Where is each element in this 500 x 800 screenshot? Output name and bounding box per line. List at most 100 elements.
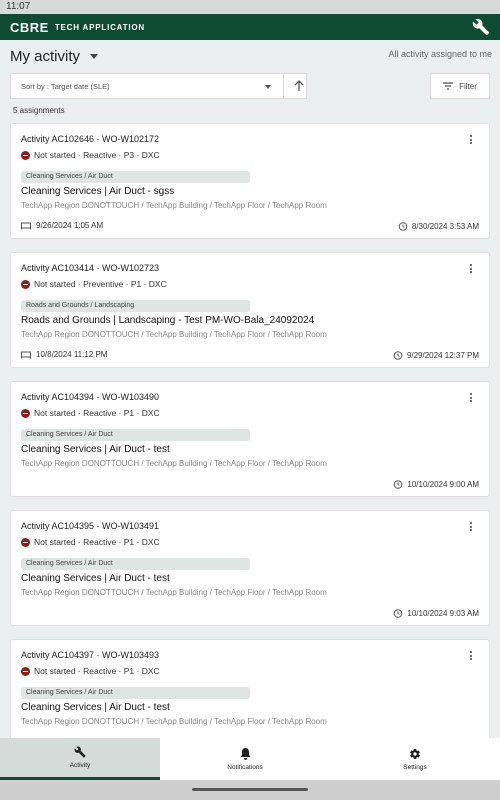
activity-number: Activity AC102646 bbox=[21, 134, 95, 144]
more-options-icon[interactable] bbox=[470, 393, 473, 403]
nav-item-notifications[interactable]: Notifications bbox=[160, 738, 330, 780]
more-options-icon[interactable] bbox=[470, 651, 473, 661]
location-path: TechApp Region DONOTTOUCH / TechApp Buil… bbox=[21, 459, 327, 468]
status-line: Not started · Reactive · P1 · DXC bbox=[21, 537, 160, 547]
alarm-clock-icon bbox=[394, 480, 403, 489]
assignment-count: 5 assignments bbox=[13, 106, 65, 115]
activity-number: Activity AC104394 bbox=[21, 392, 95, 402]
status-line: Not started · Preventive · P1 · DXC bbox=[21, 279, 167, 289]
alarm-clock-icon bbox=[394, 609, 403, 618]
status-text: Not started · Reactive · P1 · DXC bbox=[34, 408, 160, 418]
nav-label: Notifications bbox=[227, 763, 263, 771]
activity-card[interactable]: Activity AC104394 · WO-W103490 Not start… bbox=[10, 381, 490, 497]
nav-item-settings[interactable]: Settings bbox=[330, 738, 500, 780]
brand-logo: CBRE bbox=[10, 19, 49, 35]
not-started-icon bbox=[21, 279, 30, 289]
sort-divider bbox=[283, 74, 284, 98]
status-line: Not started · Reactive · P3 · DXC bbox=[21, 150, 160, 160]
sort-label: Sort by : Target date (SLE) bbox=[21, 81, 110, 91]
scheduled-date: 10/8/2024 11:12 PM bbox=[21, 350, 107, 359]
activity-title: Roads and Grounds | Landscaping - Test P… bbox=[21, 315, 315, 326]
activity-id: Activity AC104395 · WO-W103491 bbox=[21, 521, 160, 531]
nav-item-activity[interactable]: Activity bbox=[0, 738, 160, 780]
wrench-icon bbox=[74, 746, 86, 758]
activity-card[interactable]: Activity AC102646 · WO-W102172 Not start… bbox=[10, 123, 490, 239]
work-order-number: WO-W102723 bbox=[102, 263, 160, 273]
target-date: 10/10/2024 9:03 AM bbox=[393, 608, 479, 618]
status-bar: 11:07 bbox=[0, 0, 500, 14]
activity-id: Activity AC104394 · WO-W103490 bbox=[21, 392, 160, 402]
activity-id: Activity AC104397 · WO-W103493 bbox=[21, 650, 160, 660]
not-started-icon bbox=[21, 408, 30, 418]
arrow-up-icon[interactable] bbox=[293, 79, 305, 93]
location-path: TechApp Region DONOTTOUCH / TechApp Buil… bbox=[21, 588, 327, 597]
location-path: TechApp Region DONOTTOUCH / TechApp Buil… bbox=[21, 201, 327, 210]
activity-title: Cleaning Services | Air Duct - test bbox=[21, 444, 170, 455]
target-date-text: 9/29/2024 12:37 PM bbox=[406, 350, 479, 360]
activity-title: Cleaning Services | Air Duct - test bbox=[21, 573, 170, 584]
activity-title: Cleaning Services | Air Duct - test bbox=[21, 702, 170, 713]
scheduled-date-text: 10/8/2024 11:12 PM bbox=[36, 350, 108, 359]
category-chip: Cleaning Services / Air Duct bbox=[21, 171, 250, 183]
not-started-icon bbox=[21, 150, 30, 160]
status-line: Not started · Reactive · P1 · DXC bbox=[21, 666, 160, 676]
status-time: 11:07 bbox=[6, 1, 31, 12]
target-date: 8/30/2024 3:53 AM bbox=[398, 221, 479, 231]
page-title[interactable]: My activity bbox=[10, 48, 80, 65]
category-chip: Cleaning Services / Air Duct bbox=[21, 429, 250, 441]
activity-number: Activity AC104397 bbox=[21, 650, 95, 660]
category-chip: Cleaning Services / Air Duct bbox=[21, 687, 250, 699]
category-chip: Roads and Grounds / Landscaping bbox=[21, 300, 250, 312]
activity-number: Activity AC104395 bbox=[21, 521, 95, 531]
status-line: Not started · Reactive · P1 · DXC bbox=[21, 408, 160, 418]
assignment-list[interactable]: Activity AC102646 · WO-W102172 Not start… bbox=[10, 123, 490, 738]
activity-id: Activity AC103414 · WO-W102723 bbox=[21, 263, 160, 273]
nav-label: Activity bbox=[69, 762, 91, 769]
scheduled-date-text: 9/26/2024 1:05 AM bbox=[36, 221, 104, 230]
status-text: Not started · Preventive · P1 · DXC bbox=[34, 279, 167, 289]
activity-card[interactable]: Activity AC103414 · WO-W102723 Not start… bbox=[10, 252, 490, 368]
target-date: 10/10/2024 9:00 AM bbox=[393, 479, 479, 489]
activity-number: Activity AC103414 bbox=[21, 263, 95, 273]
alarm-clock-icon bbox=[398, 222, 408, 231]
activity-card[interactable]: Activity AC104395 · WO-W103491 Not start… bbox=[10, 510, 490, 626]
scheduled-date: 9/26/2024 1:05 AM bbox=[21, 221, 103, 230]
not-started-icon bbox=[21, 537, 30, 547]
status-text: Not started · Reactive · P1 · DXC bbox=[34, 537, 160, 547]
not-started-icon bbox=[21, 666, 30, 676]
filter-label: Filter bbox=[459, 81, 477, 91]
more-options-icon[interactable] bbox=[470, 264, 473, 274]
page-header: My activity All activity assigned to me bbox=[10, 46, 492, 66]
activity-id: Activity AC102646 · WO-W102172 bbox=[21, 134, 160, 144]
bottom-nav: Activity Notifications Settings bbox=[0, 738, 500, 780]
wrench-icon[interactable] bbox=[472, 18, 490, 36]
chevron-down-icon[interactable] bbox=[90, 53, 99, 59]
location-path: TechApp Region DONOTTOUCH / TechApp Buil… bbox=[21, 717, 327, 726]
sort-dropdown[interactable]: Sort by : Target date (SLE) bbox=[10, 73, 307, 99]
work-order-number: WO-W102172 bbox=[102, 134, 160, 144]
activity-title: Cleaning Services | Air Duct - sgss bbox=[21, 186, 175, 197]
home-indicator[interactable] bbox=[192, 788, 308, 791]
target-date-text: 8/30/2024 3:53 AM bbox=[411, 221, 479, 231]
bed-icon bbox=[21, 222, 31, 229]
more-options-icon[interactable] bbox=[470, 522, 473, 532]
target-date-text: 10/10/2024 9:00 AM bbox=[407, 479, 479, 489]
gesture-bar bbox=[0, 780, 500, 800]
work-order-number: WO-W103491 bbox=[102, 521, 160, 531]
assignment-scope-label: All activity assigned to me bbox=[388, 49, 492, 59]
status-text: Not started · Reactive · P3 · DXC bbox=[34, 150, 160, 160]
filter-icon bbox=[443, 82, 454, 90]
filter-button[interactable]: Filter bbox=[430, 73, 490, 99]
bell-icon bbox=[240, 747, 250, 760]
location-path: TechApp Region DONOTTOUCH / TechApp Buil… bbox=[21, 330, 327, 339]
target-date-text: 10/10/2024 9:03 AM bbox=[407, 608, 479, 618]
work-order-number: WO-W103493 bbox=[102, 650, 160, 660]
status-text: Not started · Reactive · P1 · DXC bbox=[34, 666, 160, 676]
activity-card[interactable]: Activity AC104397 · WO-W103493 Not start… bbox=[10, 639, 490, 738]
chevron-down-icon bbox=[265, 85, 271, 89]
nav-label: Settings bbox=[403, 763, 427, 771]
category-chip: Cleaning Services / Air Duct bbox=[21, 558, 250, 570]
app-subtitle: TECH APPLICATION bbox=[54, 22, 145, 32]
more-options-icon[interactable] bbox=[470, 135, 473, 145]
gear-icon bbox=[410, 748, 420, 759]
